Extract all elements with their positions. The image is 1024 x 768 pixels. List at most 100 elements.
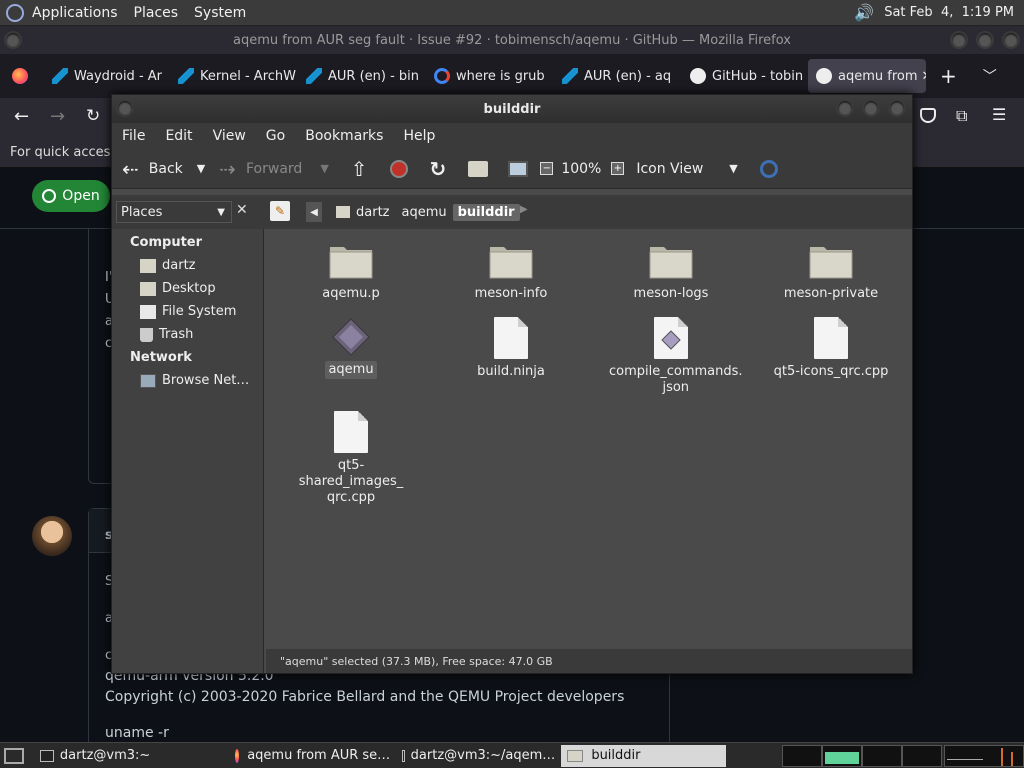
avatar[interactable] [32, 516, 72, 556]
back-arrow-icon[interactable]: ← [14, 106, 29, 127]
file-item-meson-info[interactable]: meson-info [446, 241, 576, 303]
forward-history-dropdown-icon[interactable]: ▼ [320, 162, 328, 175]
taskbar: dartz@vm3:~ aqemu from AUR se… dartz@vm3… [0, 742, 1024, 768]
sidebar-heading-computer: Computer [130, 235, 203, 250]
file-item-aqemu[interactable]: aqemu [286, 317, 416, 379]
file-item-compile-commands-json[interactable]: compile_commands. json [606, 317, 743, 397]
desktop-folder-icon [140, 281, 156, 296]
sidebar-item-dartz[interactable]: dartz [140, 258, 195, 273]
sidebar-item-file-system[interactable]: File System [140, 304, 236, 319]
file-item-aqemu-p[interactable]: aqemu.p [286, 241, 416, 303]
google-icon [434, 68, 450, 84]
tab-github-tobin[interactable]: GitHub - tobin [682, 59, 808, 93]
edit-location-icon[interactable]: ✎ [270, 201, 290, 221]
reload-icon[interactable]: ↻ [86, 106, 100, 126]
new-tab-icon[interactable]: + [940, 64, 957, 88]
tab-aur-aq[interactable]: AUR (en) - aq [554, 59, 682, 93]
window-menu-button[interactable] [4, 31, 22, 49]
file-item-meson-private[interactable]: meson-private [766, 241, 896, 303]
breadcrumb-builddir[interactable]: builddir [452, 203, 520, 221]
view-mode-dropdown-icon[interactable]: ▼ [729, 162, 737, 175]
close-tab-icon[interactable]: ✕ [922, 69, 926, 84]
zoom-in-icon[interactable]: + [611, 162, 625, 175]
arch-icon [306, 68, 322, 84]
app-menu-icon[interactable]: ☰ [992, 105, 1006, 124]
menu-view[interactable]: View [213, 128, 246, 144]
applications-menu[interactable]: Applications [32, 5, 118, 21]
comment-text-line: uname -r [105, 725, 169, 741]
sidebar-item-desktop[interactable]: Desktop [140, 281, 216, 296]
tab-kernel[interactable]: Kernel - ArchW [170, 59, 298, 93]
extensions-icon[interactable]: ⧉ [956, 106, 967, 126]
show-desktop-icon[interactable] [4, 747, 24, 764]
menu-bookmarks[interactable]: Bookmarks [305, 128, 383, 144]
menu-file[interactable]: File [122, 128, 145, 144]
search-icon[interactable] [759, 159, 778, 178]
system-menu[interactable]: System [194, 5, 246, 21]
close-button[interactable] [1002, 31, 1020, 49]
forward-button[interactable]: ⇢ Forward [219, 154, 302, 184]
system-monitor-graph[interactable] [944, 744, 1024, 767]
taskbar-item-firefox[interactable]: aqemu from AUR se… [229, 745, 396, 767]
pocket-icon[interactable] [920, 108, 936, 123]
gnome-foot-icon[interactable] [6, 3, 24, 22]
close-button[interactable] [888, 99, 906, 117]
close-sidebar-icon[interactable]: ✕ [236, 202, 248, 218]
chevron-down-icon: ▼ [217, 206, 225, 218]
computer-icon[interactable] [508, 160, 529, 177]
zoom-out-icon[interactable]: − [540, 162, 554, 175]
menu-help[interactable]: Help [403, 128, 435, 144]
workspace-2[interactable] [822, 744, 863, 767]
tab-aqemu-active[interactable]: aqemu from✕ [808, 59, 926, 93]
maximize-button[interactable] [862, 99, 880, 117]
maximize-button[interactable] [976, 31, 994, 49]
sidebar-item-browse-network[interactable]: Browse Net… [140, 373, 249, 388]
menu-go[interactable]: Go [266, 128, 285, 144]
workspace-switcher[interactable] [782, 744, 943, 767]
open-status-badge[interactable]: Open [32, 180, 110, 212]
workspace-4[interactable] [902, 744, 943, 767]
back-history-dropdown-icon[interactable]: ▼ [197, 162, 205, 175]
menu-edit[interactable]: Edit [165, 128, 192, 144]
document-icon [494, 317, 528, 359]
sidebar-item-trash[interactable]: Trash [140, 327, 193, 342]
folder-icon [489, 241, 533, 279]
taskbar-item-builddir[interactable]: builddir [561, 744, 727, 767]
minimize-button[interactable] [836, 99, 854, 117]
firefox-view-icon[interactable] [12, 68, 28, 84]
breadcrumb-aqemu[interactable]: aqemu [395, 205, 452, 220]
places-menu[interactable]: Places [134, 5, 179, 21]
tab-waydroid[interactable]: Waydroid - Ar [44, 59, 170, 93]
file-item-qt5-icons-qrc-cpp[interactable]: qt5-icons_qrc.cpp [766, 317, 896, 381]
clock[interactable]: Sat Feb 4, 1:19 PM [884, 5, 1014, 20]
volume-icon[interactable]: 🔊 [854, 3, 874, 22]
forward-arrow-icon[interactable]: → [50, 106, 65, 127]
arch-icon [52, 68, 68, 84]
up-arrow-icon[interactable]: ⇧ [351, 157, 368, 181]
reload-icon[interactable]: ↻ [430, 157, 447, 181]
file-item-build-ninja[interactable]: build.ninja [446, 317, 576, 381]
tab-where-is-grub[interactable]: where is grub [426, 59, 554, 93]
json-document-icon [654, 317, 688, 359]
taskbar-item-terminal-aqemu[interactable]: dartz@vm3:~/aqem… [396, 745, 561, 767]
workspace-3[interactable] [862, 744, 903, 767]
file-item-meson-logs[interactable]: meson-logs [606, 241, 736, 303]
zoom-level[interactable]: 100% [561, 161, 601, 177]
breadcrumb-right-icon[interactable]: ▶ [520, 204, 528, 215]
breadcrumb-dartz[interactable]: dartz [330, 205, 395, 220]
workspace-1[interactable] [782, 744, 823, 767]
list-all-tabs-icon[interactable]: ﹀ [983, 66, 997, 86]
breadcrumb-left-icon[interactable]: ◀ [306, 202, 322, 222]
view-mode-select[interactable]: Icon View [636, 161, 703, 177]
home-icon[interactable] [468, 160, 489, 177]
window-menu-button[interactable] [116, 99, 134, 117]
minimize-button[interactable] [950, 31, 968, 49]
home-folder-icon [336, 206, 350, 218]
stop-icon[interactable] [389, 159, 408, 178]
back-button[interactable]: ⇠ Back [122, 154, 183, 184]
firefox-titlebar: aqemu from AUR seg fault · Issue #92 · t… [0, 26, 1024, 54]
taskbar-item-terminal-home[interactable]: dartz@vm3:~ [34, 745, 199, 767]
file-item-qt5-shared-images-qrc-cpp[interactable]: qt5-shared_images_ qrc.cpp [286, 411, 416, 507]
places-selector[interactable]: Places ▼ [116, 201, 232, 223]
tab-aur-bin[interactable]: AUR (en) - bin [298, 59, 426, 93]
